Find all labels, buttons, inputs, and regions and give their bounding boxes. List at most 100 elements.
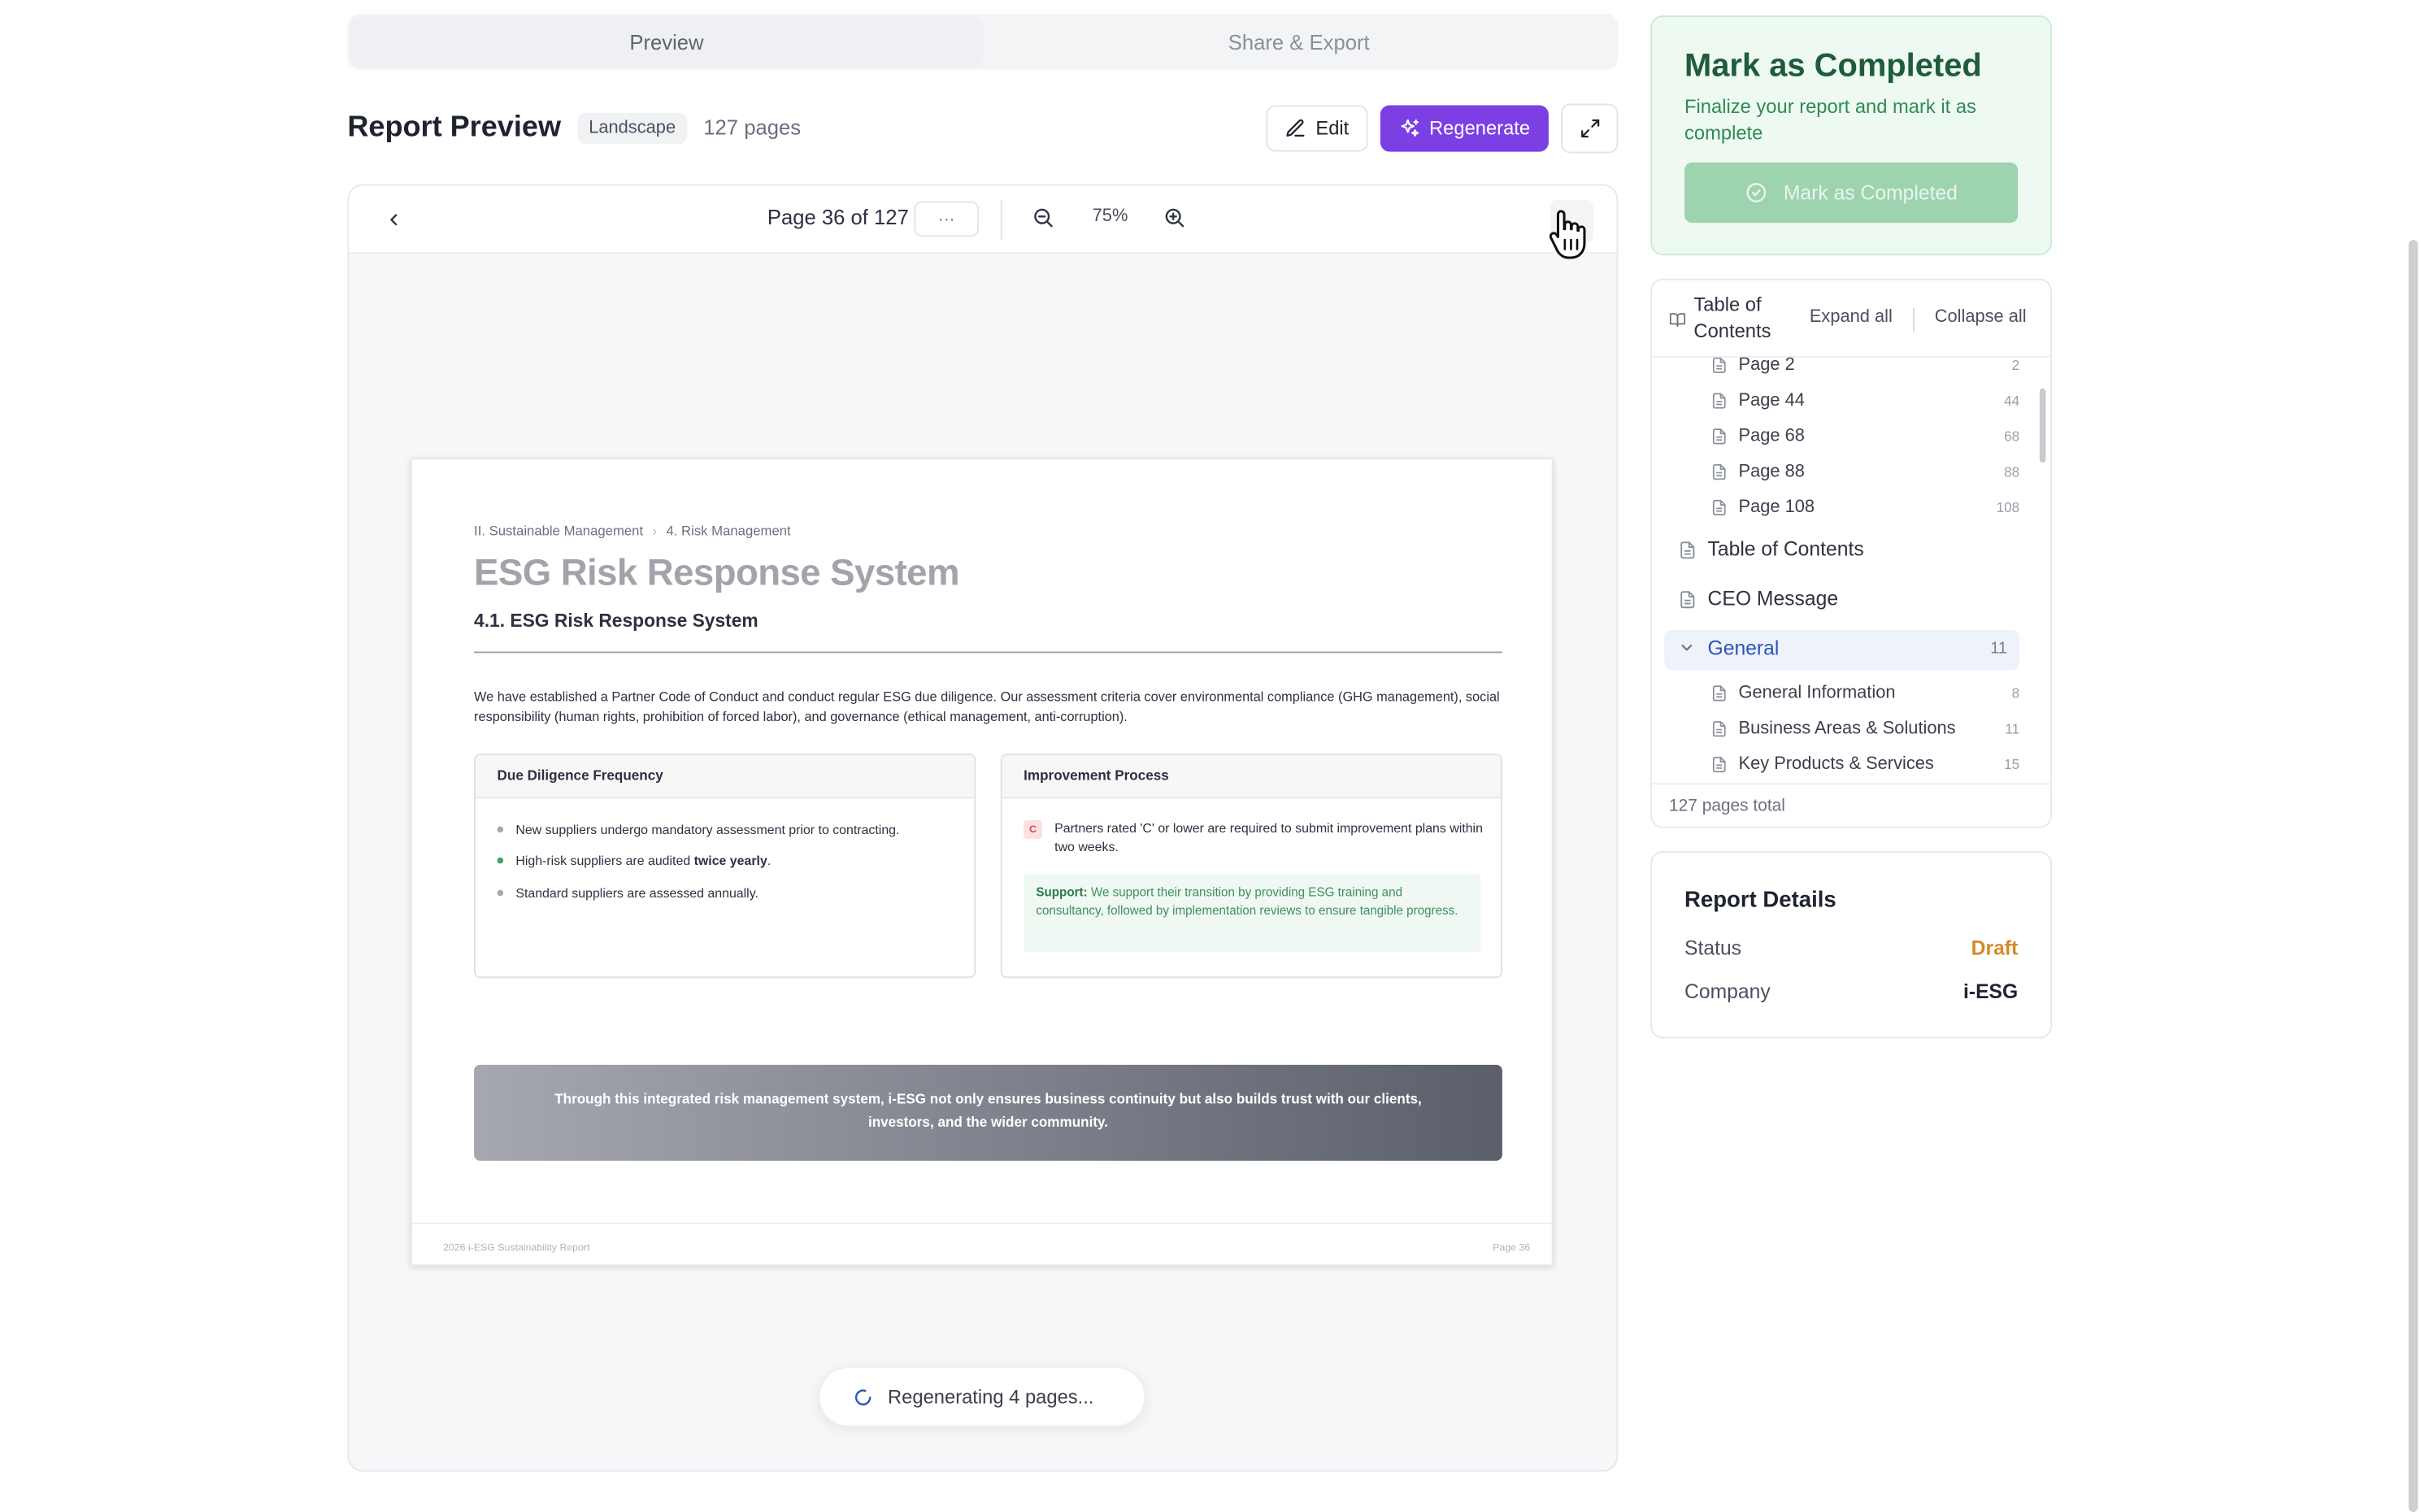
hand-cursor-icon	[1549, 210, 1586, 259]
toc-item-page-number: 11	[2005, 721, 2020, 737]
report-details-panel: Report Details Status Draft Company i-ES…	[1650, 851, 2053, 1039]
breadcrumb-item: II. Sustainable Management	[474, 523, 644, 539]
toc-section-label: CEO Message	[1707, 586, 1839, 610]
toc-header-divider	[1913, 307, 1915, 333]
toc-item-business-areas[interactable]: Business Areas & Solutions 11	[1664, 712, 2019, 746]
previous-page-button[interactable]	[378, 204, 409, 235]
toc-item-label: Page 108	[1738, 498, 1815, 517]
page-title: Report Preview	[347, 111, 562, 144]
toc-scrollbar[interactable]	[2039, 388, 2046, 463]
regenerate-button[interactable]: Regenerate	[1380, 104, 1549, 151]
bullet-dot	[497, 889, 504, 897]
app-root: Preview Share & Export Report Preview La…	[0, 0, 2421, 1512]
bullet-dot	[497, 826, 504, 833]
chevron-left-icon	[390, 214, 398, 226]
view-tabs: Preview Share & Export	[347, 14, 1619, 70]
footer-divider	[412, 1223, 1552, 1224]
toc-item-label: Page 2	[1738, 357, 1795, 375]
document-breadcrumb: II. Sustainable Management › 4. Risk Man…	[474, 523, 791, 538]
status-row: Status Draft	[1684, 936, 2018, 960]
toc-item-page-2[interactable]: Page 2 2	[1664, 357, 2020, 382]
status-badge: Draft	[1971, 936, 2019, 960]
toc-item-page-number: 44	[2004, 393, 2020, 409]
toc-item-page-number: 8	[2011, 685, 2020, 702]
spinner-icon	[854, 1388, 871, 1405]
support-text: We support their transition by providing…	[1036, 884, 1458, 918]
pencil-icon	[1286, 118, 1305, 137]
edit-button[interactable]: Edit	[1266, 104, 1368, 151]
list-item-text: Standard suppliers are assessed annually…	[515, 884, 758, 902]
chevron-down-icon	[1681, 645, 1693, 651]
breadcrumb-item: 4. Risk Management	[666, 523, 791, 539]
document-footer-right: Page 36	[1493, 1242, 1531, 1254]
toc-title: Table of Contents	[1693, 293, 1771, 342]
toc-item-key-products[interactable]: Key Products & Services 15	[1664, 748, 2019, 782]
file-icon	[1712, 721, 1726, 737]
card-heading: Due Diligence Frequency	[475, 755, 975, 799]
toc-section-label: General	[1707, 636, 1780, 660]
toc-item-label: Business Areas & Solutions	[1738, 719, 1956, 739]
due-diligence-card: Due Diligence Frequency New suppliers un…	[474, 754, 976, 979]
zoom-level: 75%	[1092, 207, 1128, 226]
toc-section-general[interactable]: General 11	[1664, 629, 2020, 671]
expand-icon	[1580, 118, 1599, 137]
company-value: i-ESG	[1963, 980, 2019, 1003]
breadcrumb-separator: ›	[652, 523, 658, 539]
table-of-contents-panel: Table of Contents Expand all Collapse al…	[1650, 278, 2053, 828]
toc-item-page-number: 108	[1996, 499, 2020, 515]
collapse-all-button[interactable]: Collapse all	[1935, 308, 2027, 327]
bullet-dot	[497, 857, 504, 864]
fullscreen-button[interactable]	[1561, 102, 1619, 153]
regenerating-text: Regenerating 4 pages...	[888, 1385, 1094, 1408]
list-item-text: New suppliers undergo mandatory assessme…	[515, 821, 900, 837]
support-callout: Support: We support their transition by …	[1024, 874, 1481, 952]
toc-list: Page 2 2 Page 44 44 Page 68 68 Page 88 8…	[1652, 357, 2050, 782]
book-open-icon	[1669, 313, 1686, 327]
title-divider	[474, 651, 1502, 654]
list-item-text: High-risk suppliers are audited	[515, 852, 694, 869]
mark-completed-description: Finalize your report and mark it as comp…	[1684, 96, 1976, 145]
toc-section-table-of-contents[interactable]: Table of Contents	[1664, 531, 2019, 571]
file-icon	[1712, 685, 1726, 702]
toc-item-general-information[interactable]: General Information 8	[1664, 676, 2019, 710]
report-details-title: Report Details	[1684, 888, 1836, 914]
improvement-process-card: Improvement Process C Partners rated 'C'…	[1000, 754, 1502, 979]
toc-section-label: Table of Contents	[1707, 537, 1864, 561]
zoom-in-button[interactable]	[1163, 206, 1185, 237]
toc-item-page-number: 88	[2004, 464, 2020, 480]
document-footer-left: 2026 i-ESG Sustainability Report	[443, 1242, 590, 1254]
toc-item-page-88[interactable]: Page 88 88	[1664, 455, 2019, 489]
summary-banner: Through this integrated risk management …	[474, 1064, 1502, 1161]
list-item: New suppliers undergo mandatory assessme…	[497, 821, 900, 837]
toc-item-page-68[interactable]: Page 68 68	[1664, 419, 2019, 454]
zoom-out-button[interactable]	[1032, 206, 1054, 237]
zoom-out-icon	[1034, 208, 1053, 228]
toc-item-label: Key Products & Services	[1738, 755, 1934, 774]
toc-item-page-number: 2	[2011, 357, 2020, 373]
support-label: Support:	[1036, 884, 1088, 900]
rating-badge: C	[1024, 820, 1042, 839]
status-label: Status	[1684, 936, 1742, 960]
toc-item-page-108[interactable]: Page 108 108	[1664, 491, 2019, 525]
file-icon	[1712, 393, 1726, 409]
tab-share-export[interactable]: Share & Export	[983, 17, 1615, 67]
document-body: We have established a Partner Code of Co…	[474, 689, 1500, 724]
file-icon	[1712, 464, 1726, 480]
mark-completed-button[interactable]: Mark as Completed	[1684, 162, 2019, 224]
file-icon	[1712, 499, 1726, 516]
toc-section-ceo-message[interactable]: CEO Message	[1664, 580, 2019, 620]
toolbar-divider	[1000, 199, 1002, 241]
list-item-trailing: .	[767, 852, 772, 869]
expand-all-button[interactable]: Expand all	[1810, 308, 1893, 327]
company-row: Company i-ESG	[1684, 980, 2018, 1003]
toc-item-page-44[interactable]: Page 44 44	[1664, 384, 2019, 418]
improvement-text: Partners rated 'C' or lower are required…	[1054, 820, 1483, 854]
zoom-in-icon	[1165, 208, 1184, 228]
file-icon	[1712, 428, 1726, 445]
viewer-toolbar: Page 36 of 127 ··· 75%	[349, 185, 1617, 254]
toc-header: Table of Contents Expand all Collapse al…	[1652, 280, 2051, 358]
page-jump-button[interactable]: ···	[914, 201, 980, 237]
mark-completed-button-label: Mark as Completed	[1783, 180, 1958, 205]
tab-preview[interactable]: Preview	[350, 16, 983, 67]
page-scrollbar[interactable]	[2408, 240, 2419, 1512]
